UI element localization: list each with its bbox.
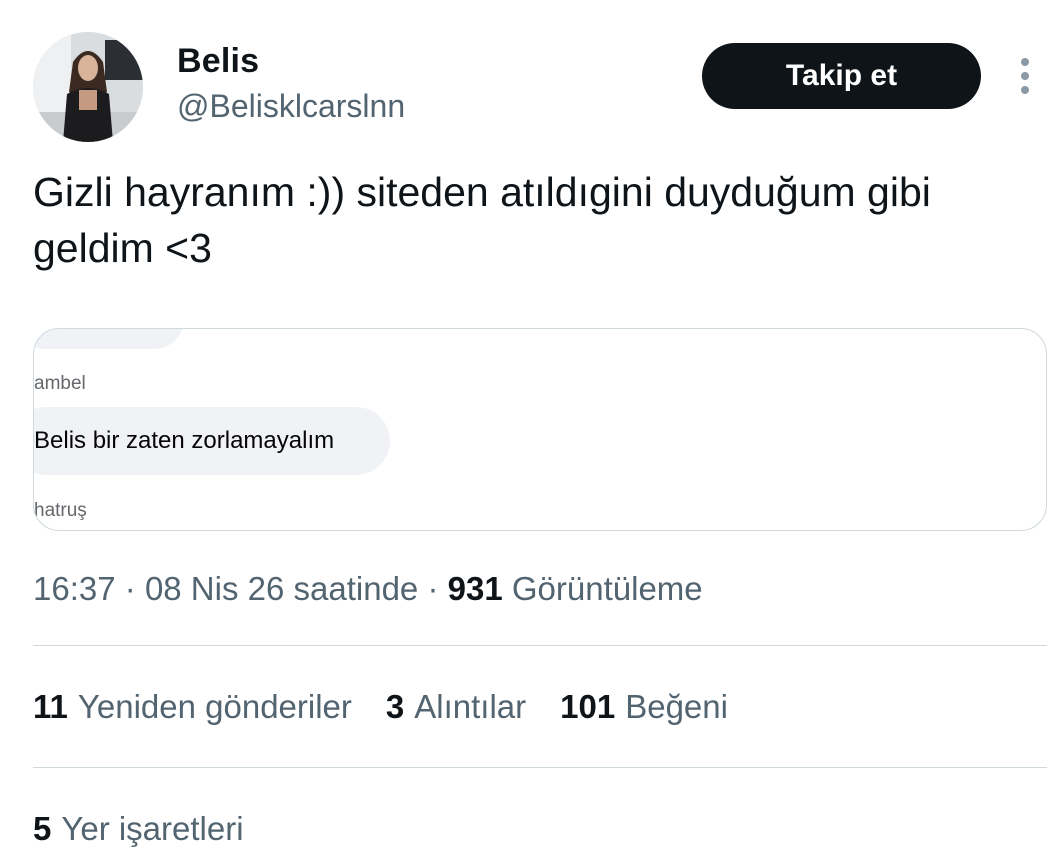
tweet-text-line: Gizli hayranım :)) siteden atıldıgini du… [33,169,931,215]
chat-bubble-partial [34,329,184,349]
retweets-count: 11 [33,688,68,725]
engagement-stats: 11 Yeniden gönderiler 3 Alıntılar 101 Beğen… [33,688,728,726]
tweet-meta: 16:37 · 08 Nis 26 saatinde · 931 Görüntü… [33,570,703,608]
meta-separator: · [124,570,145,607]
retweets-stat[interactable]: 11 Yeniden gönderiler [33,688,352,726]
likes-count: 101 [560,688,616,725]
tweet-media-image[interactable]: ambel Belis bir zaten zorlamayalım hatru… [33,328,1047,531]
avatar[interactable] [33,32,143,142]
views-label: Görüntüleme [511,570,703,607]
quotes-count: 3 [385,688,405,725]
chat-message: Belis bir zaten zorlamayalım [34,427,335,454]
divider [33,767,1047,768]
display-name[interactable]: Belis [177,42,259,81]
bookmarks-stat[interactable]: 5 Yer işaretleri [33,810,244,848]
retweets-label: Yeniden gönderiler [77,688,352,725]
chat-sender-name: hatruş [34,500,87,521]
chat-bubble: Belis bir zaten zorlamayalım [34,407,390,475]
follow-button[interactable]: Takip et [702,43,981,109]
chat-sender-name: ambel [34,373,86,394]
tweet-date[interactable]: 08 Nis 26 saatinde [145,570,418,607]
more-dot [1021,72,1029,80]
meta-separator: · [427,570,448,607]
likes-stat[interactable]: 101 Beğeni [560,688,728,726]
profile-photo-icon [33,32,143,142]
tweet-text-line: geldim <3 [33,225,212,271]
divider [33,645,1047,646]
user-handle[interactable]: @Belisklcarslnn [177,88,405,125]
more-dot [1021,58,1029,66]
tweet-time[interactable]: 16:37 [33,570,116,607]
more-options-icon[interactable] [1010,54,1040,98]
bookmarks-label: Yer işaretleri [61,810,244,847]
quotes-stat[interactable]: 3 Alıntılar [386,688,526,726]
views-count: 931 [447,570,503,607]
quotes-label: Alıntılar [414,688,527,725]
more-dot [1021,86,1029,94]
bookmarks-count: 5 [33,810,52,847]
likes-label: Beğeni [625,688,728,725]
tweet-text: Gizli hayranım :)) siteden atıldıgini du… [33,164,1033,276]
tweet-detail: Belis @Belisklcarslnn Takip et Gizli hay… [0,0,1060,859]
